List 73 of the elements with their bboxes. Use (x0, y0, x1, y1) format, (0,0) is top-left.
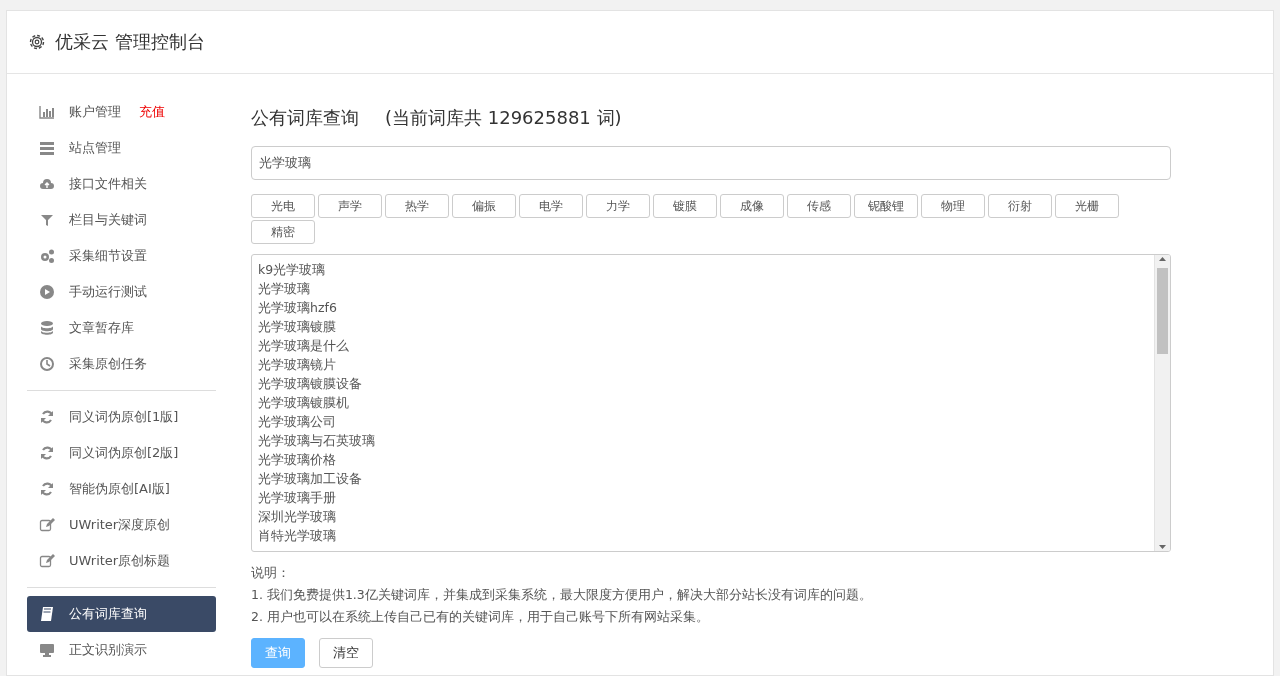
console-title: 优采云 管理控制台 (55, 30, 205, 54)
category-tag[interactable]: 偏振 (452, 194, 516, 218)
scroll-up-arrow-icon[interactable] (1158, 255, 1167, 264)
category-tag[interactable]: 镀膜 (653, 194, 717, 218)
keyword-option[interactable]: 光学玻璃镜片 (258, 355, 1148, 374)
category-tag[interactable]: 电学 (519, 194, 583, 218)
keyword-option[interactable]: 光学玻璃是什么 (258, 336, 1148, 355)
keyword-option[interactable]: 光学玻璃镀膜设备 (258, 374, 1148, 393)
gear-icon (27, 32, 47, 52)
sidebar-item[interactable]: 手动运行测试 (27, 274, 216, 310)
keyword-option[interactable]: 光学玻璃镀膜机 (258, 393, 1148, 412)
category-tag[interactable]: 铌酸锂 (854, 194, 918, 218)
sidebar-item[interactable]: 智能伪原创[AI版] (27, 471, 216, 507)
category-tag[interactable]: 光电 (251, 194, 315, 218)
page-title: 公有词库查询 (251, 106, 359, 130)
keyword-option[interactable]: 深圳光学玻璃 (258, 507, 1148, 526)
sidebar-item[interactable]: 接口文件相关 (27, 166, 216, 202)
note-text: 1. 我们免费提供1.3亿关键词库，并集成到采集系统，最大限度方便用户，解决大部分站长没有词库的问题。 (251, 587, 872, 602)
keyword-option[interactable]: k9光学玻璃 (258, 260, 1148, 279)
sidebar-item[interactable]: 采集细节设置 (27, 238, 216, 274)
edit-icon (39, 517, 55, 533)
notes-heading: 说明： (251, 565, 290, 580)
database-icon (39, 320, 55, 336)
keyword-option[interactable]: 光学玻璃手册 (258, 488, 1148, 507)
sidebar-item[interactable]: UWriter原创标题 (27, 543, 216, 579)
sidebar-item[interactable]: 同义词伪原创[2版] (27, 435, 216, 471)
sidebar-item[interactable]: 站点管理 (27, 130, 216, 166)
keyword-option[interactable]: 光学玻璃加工设备 (258, 469, 1148, 488)
edit-icon (39, 553, 55, 569)
category-tag[interactable]: 物理 (921, 194, 985, 218)
play-icon (39, 284, 55, 300)
scrollbar[interactable] (1154, 255, 1170, 551)
server-icon (39, 140, 55, 156)
refresh-icon (39, 409, 55, 425)
sidebar-item[interactable]: 正文识别演示 (27, 632, 216, 668)
keyword-input-field[interactable]: 光学玻璃 (251, 146, 1171, 180)
note-text: 2. 用户也可以在系统上传自己已有的关键词库，用于自己账号下所有网站采集。 (251, 609, 709, 624)
category-tag[interactable]: 传感 (787, 194, 851, 218)
keyword-option[interactable]: 光学玻璃与石英玻璃 (258, 431, 1148, 450)
recharge-link[interactable]: 充值 (139, 103, 165, 121)
sidebar-item[interactable]: 采集原创任务 (27, 346, 216, 382)
keyword-option[interactable]: 光学玻璃镀膜 (258, 317, 1148, 336)
keyword-option[interactable]: 光学玻璃价格 (258, 450, 1148, 469)
keyword-option[interactable]: 光学玻璃 (258, 279, 1148, 298)
scrollbar-thumb[interactable] (1157, 268, 1168, 354)
sidebar-item[interactable]: 公有词库查询 (27, 596, 216, 632)
category-tag[interactable]: 衍射 (988, 194, 1052, 218)
category-tag[interactable]: 光栅 (1055, 194, 1119, 218)
keyword-option[interactable]: 肖特光学玻璃 (258, 526, 1148, 545)
sidebar-item[interactable]: UWriter深度原创 (27, 507, 216, 543)
category-tag[interactable]: 热学 (385, 194, 449, 218)
book-icon (39, 606, 55, 622)
cloud-upload-icon (39, 176, 55, 192)
keyword-option[interactable]: 光学玻璃hzf6 (258, 298, 1148, 317)
sidebar-item[interactable]: 账户管理 充值 (27, 94, 216, 130)
results-listbox[interactable]: k9光学玻璃 光学玻璃 光学玻璃hzf6 光学玻璃镀膜 光学玻璃是什么 光学玻璃镜片 光学玻璃镀膜设备 光学玻璃镀膜机 光学玻璃公司 光学玻璃与石英玻璃 光学玻璃价格 光学玻璃加工设备 光学玻璃手册 深圳光学玻璃 肖特光学玻璃 (251, 254, 1171, 552)
clear-button[interactable]: 清空 (319, 638, 373, 668)
category-tag[interactable]: 声学 (318, 194, 382, 218)
monitor-icon (39, 642, 55, 658)
keyword-option[interactable]: 光学玻璃公司 (258, 412, 1148, 431)
filter-icon (39, 212, 55, 228)
sidebar-item[interactable]: 同义词伪原创[1版] (27, 399, 216, 435)
category-tag[interactable]: 力学 (586, 194, 650, 218)
sidebar-item[interactable]: 文章暂存库 (27, 310, 216, 346)
sidebar-item[interactable]: 栏目与关键词 (27, 202, 216, 238)
category-tag[interactable]: 成像 (720, 194, 784, 218)
category-tag[interactable]: 精密 (251, 220, 315, 244)
bar-chart-icon (39, 104, 55, 120)
word-count-note: (当前词库共 129625881 词) (385, 106, 622, 130)
scroll-down-arrow-icon[interactable] (1158, 542, 1167, 551)
refresh-icon (39, 481, 55, 497)
clock-icon (39, 356, 55, 372)
refresh-icon (39, 445, 55, 461)
